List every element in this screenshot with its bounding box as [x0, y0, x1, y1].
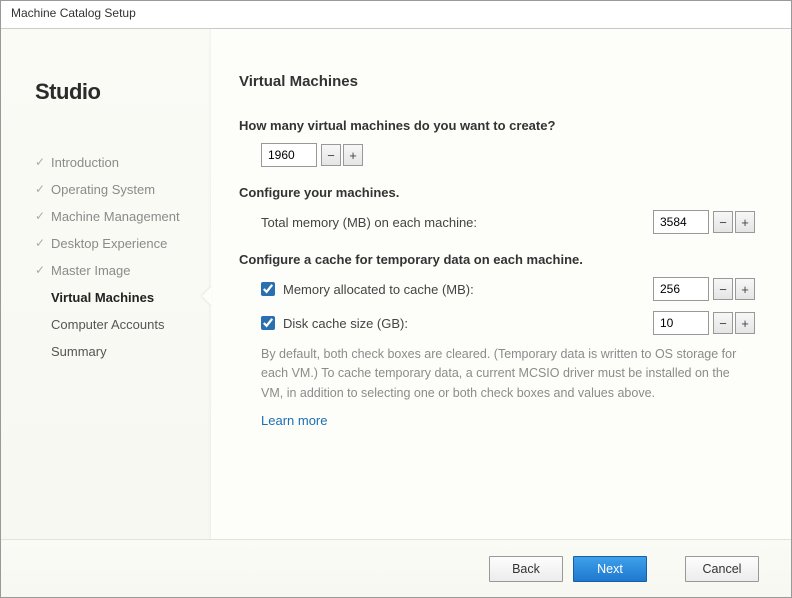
- cache-disk-decrement-button[interactable]: −: [713, 312, 733, 334]
- step-label: Machine Management: [51, 209, 180, 224]
- step-label: Master Image: [51, 263, 130, 278]
- step-computer-accounts[interactable]: Computer Accounts: [35, 311, 193, 338]
- step-machine-management[interactable]: Machine Management: [35, 203, 193, 230]
- step-master-image[interactable]: Master Image: [35, 257, 193, 284]
- step-operating-system[interactable]: Operating System: [35, 176, 193, 203]
- cache-disk-checkbox[interactable]: [261, 316, 275, 330]
- cache-disk-spinner: − +: [653, 311, 755, 335]
- configure-machines-section: Configure your machines. Total memory (M…: [239, 185, 755, 234]
- step-desktop-experience[interactable]: Desktop Experience: [35, 230, 193, 257]
- step-list: Introduction Operating System Machine Ma…: [35, 149, 193, 365]
- cache-disk-row: Disk cache size (GB):: [261, 316, 653, 331]
- cache-memory-input[interactable]: [653, 277, 709, 301]
- step-label: Operating System: [51, 182, 155, 197]
- cache-note: By default, both check boxes are cleared…: [261, 345, 755, 403]
- total-memory-decrement-button[interactable]: −: [713, 211, 733, 233]
- vm-count-increment-button[interactable]: +: [343, 144, 363, 166]
- window-title: Machine Catalog Setup: [11, 6, 136, 20]
- cache-memory-increment-button[interactable]: +: [735, 278, 755, 300]
- window-titlebar: Machine Catalog Setup: [1, 1, 791, 29]
- step-label: Computer Accounts: [51, 317, 164, 332]
- step-summary[interactable]: Summary: [35, 338, 193, 365]
- wizard-window: Machine Catalog Setup Studio Introductio…: [0, 0, 792, 598]
- vm-count-input[interactable]: [261, 143, 317, 167]
- footer: Back Next Cancel: [1, 539, 791, 597]
- cache-memory-label: Memory allocated to cache (MB):: [283, 282, 474, 297]
- cache-disk-increment-button[interactable]: +: [735, 312, 755, 334]
- cache-memory-spinner: − +: [653, 277, 755, 301]
- total-memory-input[interactable]: [653, 210, 709, 234]
- cache-heading: Configure a cache for temporary data on …: [239, 252, 755, 267]
- cache-memory-checkbox[interactable]: [261, 282, 275, 296]
- total-memory-spinner: − +: [653, 210, 755, 234]
- vm-count-section: How many virtual machines do you want to…: [239, 118, 755, 167]
- step-label: Introduction: [51, 155, 119, 170]
- cache-disk-label: Disk cache size (GB):: [283, 316, 408, 331]
- cache-disk-input[interactable]: [653, 311, 709, 335]
- step-introduction[interactable]: Introduction: [35, 149, 193, 176]
- window-body: Studio Introduction Operating System Mac…: [1, 29, 791, 539]
- next-button[interactable]: Next: [573, 556, 647, 582]
- back-button[interactable]: Back: [489, 556, 563, 582]
- cache-memory-row: Memory allocated to cache (MB):: [261, 282, 653, 297]
- sidebar: Studio Introduction Operating System Mac…: [1, 29, 211, 539]
- main-panel: Virtual Machines How many virtual machin…: [211, 29, 791, 539]
- total-memory-increment-button[interactable]: +: [735, 211, 755, 233]
- current-step-arrow-icon: [202, 286, 212, 306]
- vm-count-spinner: − +: [261, 143, 363, 167]
- step-virtual-machines[interactable]: Virtual Machines: [35, 284, 193, 311]
- brand-label: Studio: [35, 79, 193, 105]
- step-label: Summary: [51, 344, 107, 359]
- page-heading: Virtual Machines: [239, 73, 755, 90]
- learn-more-link[interactable]: Learn more: [261, 413, 327, 428]
- configure-machines-heading: Configure your machines.: [239, 185, 755, 200]
- vm-count-decrement-button[interactable]: −: [321, 144, 341, 166]
- cache-section: Configure a cache for temporary data on …: [239, 252, 755, 430]
- step-label: Desktop Experience: [51, 236, 167, 251]
- cancel-button[interactable]: Cancel: [685, 556, 759, 582]
- step-label: Virtual Machines: [51, 290, 154, 305]
- cache-memory-decrement-button[interactable]: −: [713, 278, 733, 300]
- vm-count-question: How many virtual machines do you want to…: [239, 118, 755, 133]
- total-memory-label: Total memory (MB) on each machine:: [261, 215, 653, 230]
